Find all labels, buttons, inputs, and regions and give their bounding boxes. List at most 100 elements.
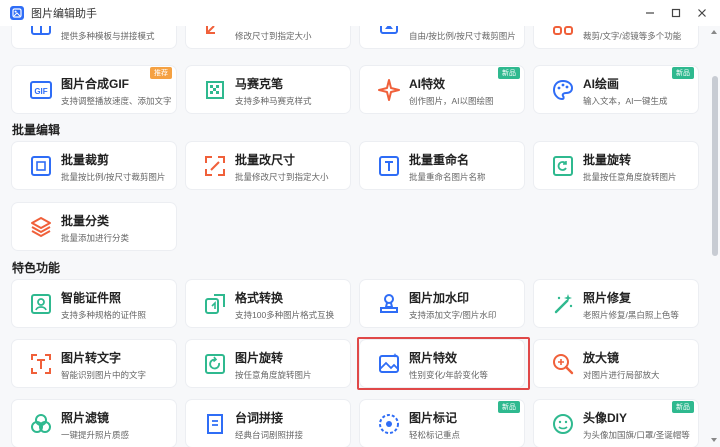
tool-card-ai-effect[interactable]: AI特效 创作图片，AI以图绘图 新品: [360, 66, 524, 113]
close-button[interactable]: [696, 7, 708, 19]
ocr-icon: [31, 354, 51, 374]
tool-name: 照片滤镜: [61, 411, 110, 425]
tool-desc: 经典台词剧照拼接: [235, 430, 304, 440]
magic-wand-icon: [554, 294, 573, 314]
tool-name: 格式转换: [235, 291, 284, 305]
subtitle-icon: [207, 414, 223, 434]
tool-name: 批量改尺寸: [235, 153, 296, 167]
tool-desc: 智能识别图片中的文字: [61, 370, 147, 380]
tool-card-ai-paint[interactable]: AI绘画 输入文本，AI一键生成 新品: [534, 66, 698, 113]
tools-panel: 提供多种模板与拼接模式 修改尺寸到指定大小 自由/按比例/按尺寸裁剪图片 裁剪/…: [0, 26, 720, 447]
tool-desc: 批量添加进行分类: [61, 233, 130, 243]
tool-desc: 修改尺寸到指定大小: [235, 31, 312, 41]
tool-desc: 创作图片，AI以图绘图: [409, 96, 494, 106]
maximize-button[interactable]: [670, 7, 682, 19]
tool-card-mark[interactable]: 图片标记 轻松标记重点 新品: [360, 400, 524, 447]
resize-icon: [206, 26, 215, 34]
palette-icon: [552, 79, 574, 101]
tool-desc: 提供多种模板与拼接模式: [61, 31, 155, 41]
tool-card-crop[interactable]: 自由/按比例/按尺寸裁剪图片: [360, 26, 524, 48]
batch-crop-icon: [31, 156, 51, 176]
tool-card-collage[interactable]: 提供多种模板与拼接模式: [12, 26, 176, 48]
tool-desc: 一键提升照片质感: [61, 430, 130, 440]
tool-desc: 支持添加文字/图片水印: [409, 310, 497, 320]
minimize-button[interactable]: [644, 7, 656, 19]
tool-name: 图片转文字: [61, 351, 122, 365]
title-bar: 图片编辑助手: [0, 0, 720, 26]
tool-name: 头像DIY: [583, 411, 628, 425]
scroll-up-icon[interactable]: [710, 28, 718, 36]
tool-name: 台词拼接: [235, 411, 284, 425]
watermark-icon: [380, 294, 398, 313]
tool-desc: 轻松标记重点: [409, 430, 461, 440]
tool-name: 图片合成GIF: [61, 77, 129, 91]
tool-card-batch-rename[interactable]: 批量重命名 批量重命名图片名称: [360, 142, 524, 189]
tool-name: 批量旋转: [583, 153, 632, 167]
tool-card-mosaic[interactable]: 马赛克笔 支持多种马赛克样式: [186, 66, 350, 113]
tool-name: 照片修复: [583, 291, 632, 305]
mark-icon: [379, 414, 399, 434]
tool-card-avatar-diy[interactable]: 头像DIY 为头像加国旗/口罩/圣诞帽等 新品: [534, 400, 698, 447]
tool-card-batch-rotate[interactable]: 批量旋转 批量按任意角度旋转图片: [534, 142, 698, 189]
tool-card-subtitle[interactable]: 台词拼接 经典台词剧照拼接: [186, 400, 350, 447]
section-title-special: 特色功能: [12, 261, 61, 275]
tool-name: 放大镜: [583, 351, 620, 365]
layers-icon: [31, 217, 51, 238]
new-badge: 新品: [672, 67, 694, 79]
tool-name: 批量分类: [61, 214, 110, 228]
tool-desc: 裁剪/文字/滤镜等多个功能: [583, 31, 682, 41]
crop-icon: [380, 26, 398, 34]
tool-name: 图片标记: [409, 411, 458, 425]
tool-card-batch-crop[interactable]: 批量裁剪 批量按比例/按尺寸裁剪图片: [12, 142, 176, 189]
tool-card-resize[interactable]: 修改尺寸到指定大小: [186, 26, 350, 48]
scrollbar-thumb[interactable]: [712, 76, 718, 256]
filter-icon: [31, 414, 51, 433]
mosaic-icon: [206, 81, 224, 99]
tool-desc: 支持多种马赛克样式: [235, 96, 312, 106]
new-badge: 新品: [498, 67, 520, 79]
avatar-icon: [553, 414, 573, 434]
tool-desc: 输入文本，AI一键生成: [583, 96, 668, 106]
tool-card-batch-resize[interactable]: 批量改尺寸 批量修改尺寸到指定大小: [186, 142, 350, 189]
tool-name: 图片旋转: [235, 351, 284, 365]
collage-icon: [31, 26, 51, 35]
new-badge: 新品: [672, 401, 694, 413]
tool-card-gif[interactable]: GIF 图片合成GIF 支持调整播放速度、添加文字 推荐: [12, 66, 176, 113]
multi-tools-icon: [553, 26, 573, 35]
tool-desc: 批量按比例/按尺寸裁剪图片: [61, 172, 166, 182]
rotate-icon: [205, 354, 225, 374]
tool-card-watermark[interactable]: 图片加水印 支持添加文字/图片水印: [360, 280, 524, 327]
tool-name: 智能证件照: [61, 291, 122, 305]
tool-name: 批量裁剪: [61, 153, 110, 167]
selection-highlight: [357, 337, 530, 390]
tool-desc: 对图片进行局部放大: [583, 370, 660, 380]
tool-card-photo-repair[interactable]: 照片修复 老照片修复/黑白照上色等: [534, 280, 698, 327]
convert-icon: [205, 294, 225, 314]
tool-desc: 为头像加国旗/口罩/圣诞帽等: [583, 430, 690, 440]
batch-resize-icon: [205, 156, 225, 176]
tool-card-magnifier[interactable]: 放大镜 对图片进行局部放大: [534, 340, 698, 387]
new-badge: 新品: [498, 401, 520, 413]
tool-name: AI绘画: [583, 77, 620, 91]
recommend-badge: 推荐: [150, 67, 172, 79]
batch-rotate-icon: [553, 156, 573, 176]
tool-card-batch-classify[interactable]: 批量分类 批量添加进行分类: [12, 203, 176, 250]
scroll-down-icon[interactable]: [710, 436, 718, 444]
section-title-batch: 批量编辑: [12, 123, 61, 137]
tool-desc: 批量重命名图片名称: [409, 172, 486, 182]
id-photo-icon: [31, 294, 51, 314]
tool-card-multi[interactable]: 裁剪/文字/滤镜等多个功能: [534, 26, 698, 48]
magnifier-icon: [553, 354, 574, 375]
tool-desc: 支持100多种图片格式互换: [235, 310, 335, 320]
tool-card-rotate[interactable]: 图片旋转 按任意角度旋转图片: [186, 340, 350, 387]
tool-desc: 支持调整播放速度、添加文字: [61, 96, 172, 106]
tool-card-ocr[interactable]: 图片转文字 智能识别图片中的文字: [12, 340, 176, 387]
tool-desc: 支持多种规格的证件照: [61, 310, 147, 320]
tool-card-filter[interactable]: 照片滤镜 一键提升照片质感: [12, 400, 176, 447]
tool-desc: 老照片修复/黑白照上色等: [583, 310, 679, 320]
app-logo-icon: [10, 6, 24, 20]
tool-desc: 自由/按比例/按尺寸裁剪图片: [409, 31, 516, 41]
tool-card-convert[interactable]: 格式转换 支持100多种图片格式互换: [186, 280, 350, 327]
tool-card-id-photo[interactable]: 智能证件照 支持多种规格的证件照: [12, 280, 176, 327]
tool-desc: 批量按任意角度旋转图片: [583, 172, 677, 182]
